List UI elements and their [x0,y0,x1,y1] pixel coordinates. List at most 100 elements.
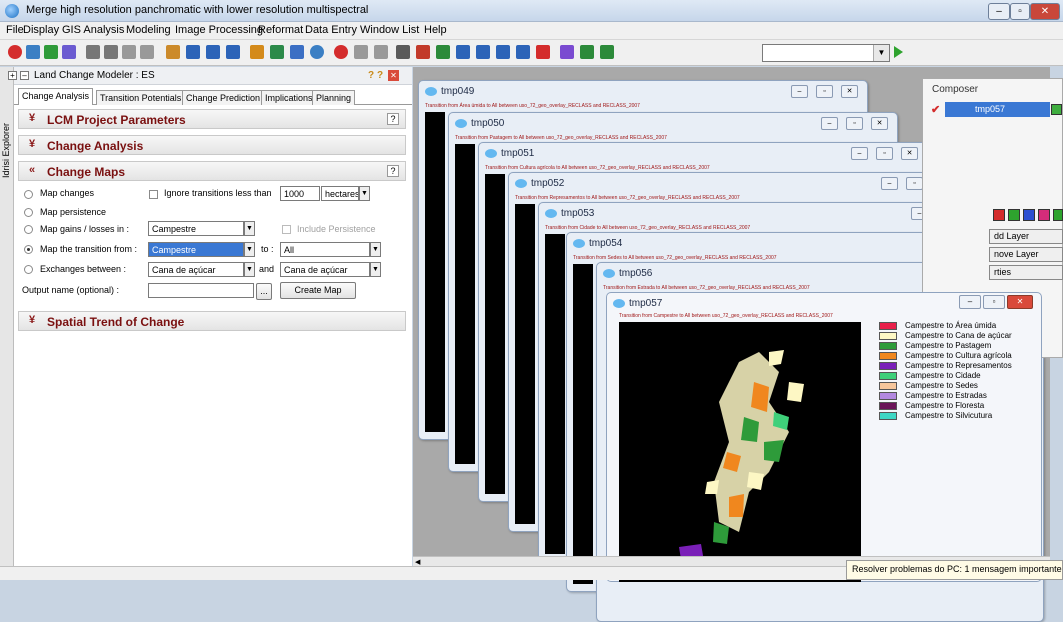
radio-exchanges[interactable] [24,265,33,274]
query-icon[interactable] [86,45,100,59]
help-icon[interactable]: ? [387,113,399,125]
close-button[interactable]: ✕ [901,147,918,160]
macro-icon[interactable] [374,45,388,59]
calculator-icon[interactable] [354,45,368,59]
color-magenta-icon[interactable] [1038,209,1050,221]
map-window-tmp057[interactable]: tmp057 – ▫ ✕ Transition from Campestre t… [606,292,1042,582]
maximize-button[interactable]: ▫ [1010,3,1030,20]
window-icon[interactable] [122,45,136,59]
menu-modeling[interactable]: Modeling [126,24,171,36]
minimize-button[interactable]: – [881,177,898,190]
table-icon[interactable] [226,45,240,59]
bars-icon[interactable] [516,45,530,59]
query-db-icon[interactable] [250,45,264,59]
fields-icon[interactable] [206,45,220,59]
toolbar-combo[interactable]: ▼ [762,44,890,62]
expand-icon[interactable]: + [8,71,17,80]
color-green-icon[interactable] [1008,209,1020,221]
section-change-analysis[interactable]: ¥ Change Analysis [18,135,406,155]
chevron-down-icon[interactable]: ▼ [873,45,889,61]
radio-map-transition[interactable] [24,245,33,254]
grid-icon[interactable] [186,45,200,59]
radio-map-persistence[interactable] [24,208,33,217]
maximize-button[interactable]: ▫ [876,147,893,160]
globe-icon[interactable] [310,45,324,59]
run-icon[interactable] [894,46,903,58]
scroll-left-icon[interactable]: ◀ [415,558,420,566]
composer-layer-item[interactable]: tmp057 [945,102,1050,117]
open-icon[interactable] [8,45,22,59]
menu-display[interactable]: Display [23,24,59,36]
menu-gis-analysis[interactable]: GIS Analysis [62,24,124,36]
tab-planning[interactable]: Planning [312,90,356,105]
display-icon[interactable] [26,45,40,59]
notification-popup[interactable]: Resolver problemas do PC: 1 mensagem imp… [846,560,1063,580]
chart-icon[interactable] [270,45,284,59]
browse-button[interactable]: ... [256,283,272,300]
create-map-button[interactable]: Create Map [280,282,356,299]
tab-implications[interactable]: Implications [261,90,317,105]
ignore-value-input[interactable]: 1000 [280,186,320,201]
maximize-button[interactable]: ▫ [846,117,863,130]
measure-icon[interactable] [140,45,154,59]
palette-icon[interactable] [536,45,550,59]
layer-icon[interactable] [62,45,76,59]
close-button[interactable]: ✕ [1030,3,1060,20]
layer-color-icon[interactable] [1051,104,1062,115]
section-project-parameters[interactable]: ¥ LCM Project Parameters ? [18,109,406,129]
radio-map-changes[interactable] [24,190,33,199]
exchange-b-select[interactable]: Cana de açúcar [280,262,370,277]
radio-map-gains[interactable] [24,225,33,234]
tab-change-analysis[interactable]: Change Analysis [18,88,94,105]
section-change-maps[interactable]: « Change Maps ? [18,161,406,181]
menu-help[interactable]: Help [424,24,447,36]
minimize-button[interactable]: – [851,147,868,160]
grid2-icon[interactable] [476,45,490,59]
curve-icon[interactable] [600,45,614,59]
mosaic-icon[interactable] [456,45,470,59]
network-icon[interactable] [580,45,594,59]
ruler-icon[interactable] [166,45,180,59]
remove-layer-button[interactable]: nove Layer [989,247,1063,262]
chevron-down-icon[interactable]: ▼ [370,242,381,257]
unit-select[interactable]: hectares [321,186,359,201]
output-name-input[interactable] [148,283,254,298]
tab-change-prediction[interactable]: Change Prediction [182,90,265,105]
menu-reformat[interactable]: Reformat [258,24,303,36]
add-layer-button[interactable]: dd Layer [989,229,1063,244]
checkbox-include-persistence[interactable] [282,225,291,234]
close-button[interactable]: ✕ [1007,295,1033,309]
tiles-icon[interactable] [496,45,510,59]
gps-icon[interactable] [396,45,410,59]
layer-properties-button[interactable]: rties [989,265,1063,280]
chevron-down-icon[interactable]: ▼ [244,242,255,257]
chevron-down-icon[interactable]: ▼ [244,262,255,277]
maximize-button[interactable]: ▫ [816,85,833,98]
collapse-icon[interactable]: – [20,71,29,80]
minimize-button[interactable]: – [821,117,838,130]
histogram-icon[interactable] [416,45,430,59]
help-icon[interactable]: ? [387,165,399,177]
zoom-icon[interactable] [104,45,118,59]
maximize-button[interactable]: ▫ [906,177,923,190]
cross-icon[interactable] [436,45,450,59]
minimize-button[interactable]: – [791,85,808,98]
minimize-button[interactable]: – [959,295,981,309]
checkbox-ignore-transitions[interactable] [149,190,158,199]
explorer-sidebar[interactable]: Idrisi Explorer [0,67,14,566]
color-extra-icon[interactable] [1053,209,1063,221]
gains-select[interactable]: Campestre [148,221,244,236]
close-icon[interactable]: ✕ [388,70,399,81]
color-blue-icon[interactable] [1023,209,1035,221]
composer-icon[interactable] [44,45,58,59]
minimize-button[interactable]: – [988,3,1010,20]
menu-data-entry[interactable]: Data Entry [305,24,357,36]
menu-image-processing[interactable]: Image Processing [175,24,263,36]
transition-from-select[interactable]: Campestre [148,242,244,257]
color-red-icon[interactable] [993,209,1005,221]
menu-window-list[interactable]: Window List [360,24,419,36]
chevron-down-icon[interactable]: ▼ [359,186,370,201]
transfer-icon[interactable] [560,45,574,59]
help-icon[interactable]: ? [368,70,374,81]
exchange-a-select[interactable]: Cana de açúcar [148,262,244,277]
